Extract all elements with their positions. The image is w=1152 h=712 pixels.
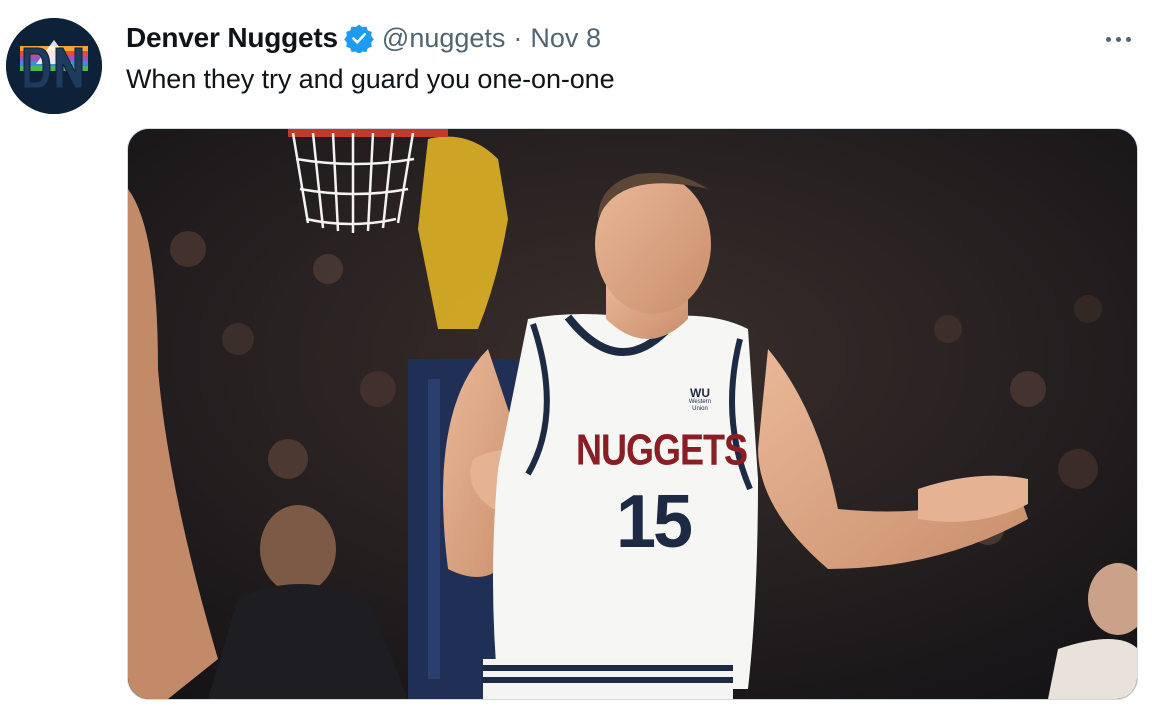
tweet[interactable]: Denver Nuggets @nuggets · Nov 8 When the… [0,0,1152,712]
tweet-text: When they try and guard you one-on-one [126,64,615,94]
author-name[interactable]: Denver Nuggets [126,22,338,54]
jersey-number: 15 [615,480,693,564]
avatar[interactable] [6,18,102,114]
author-handle[interactable]: @nuggets [382,23,506,54]
more-horizontal-icon [1105,36,1111,42]
tweet-photo[interactable]: WU Western Union NUGGETS 15 [127,128,1138,700]
sponsor-logo: WU [690,386,710,400]
separator-dot: · [513,22,523,53]
tweet-header: Denver Nuggets @nuggets · Nov 8 [126,20,601,56]
sponsor-patch: WU Western Union [682,387,718,413]
more-options-button[interactable] [1100,24,1136,54]
tweet-date[interactable]: Nov 8 [530,23,601,54]
basketball-player-photo [128,129,1137,699]
sponsor-name: Western Union [688,399,712,412]
jersey-team-name: NUGGETS [576,424,748,474]
nuggets-logo-icon [6,18,102,114]
verified-badge-icon [344,23,374,53]
